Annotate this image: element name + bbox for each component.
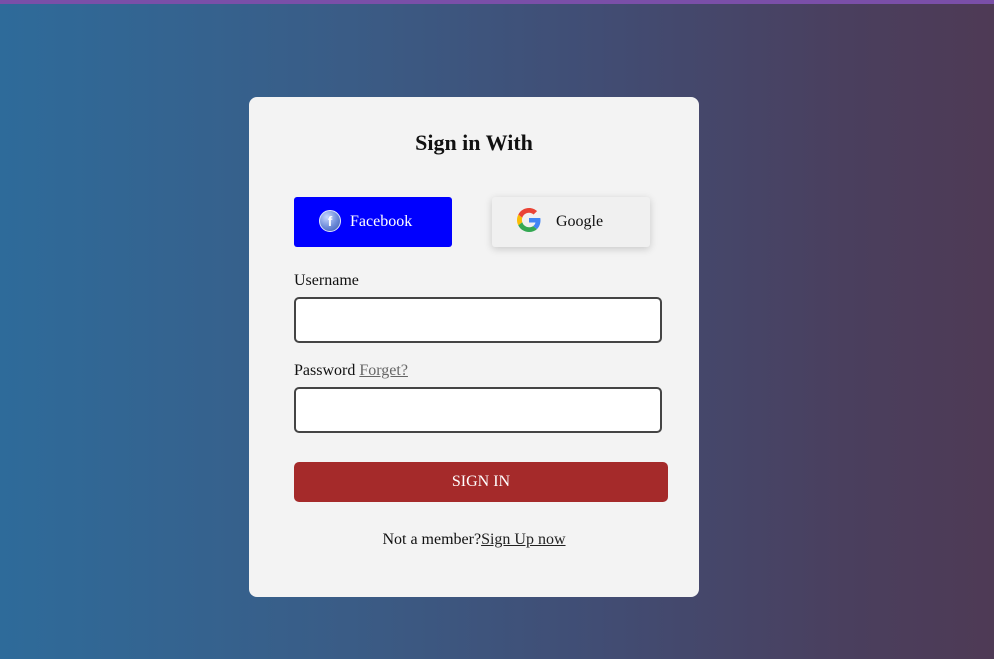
- username-field[interactable]: [294, 297, 662, 343]
- page-title: Sign in With: [415, 130, 533, 155]
- forget-password-link[interactable]: Forget?: [359, 362, 408, 379]
- sign-up-link[interactable]: Sign Up now: [481, 531, 565, 548]
- password-label: Password: [294, 362, 356, 379]
- google-button-label: Google: [556, 213, 604, 230]
- password-field[interactable]: [294, 387, 662, 433]
- password-label-row: Password Forget?: [294, 362, 408, 380]
- facebook-login-button[interactable]: f Facebook: [294, 197, 452, 247]
- facebook-button-label: Facebook: [350, 213, 413, 230]
- sign-in-button[interactable]: SIGN IN: [294, 462, 668, 502]
- signup-prompt-text: Not a member?: [382, 531, 482, 548]
- facebook-icon: f: [319, 210, 341, 232]
- signup-prompt: Not a member?Sign Up now: [249, 531, 699, 549]
- google-icon: [517, 208, 541, 232]
- top-accent-bar: [0, 0, 994, 4]
- google-login-button[interactable]: Google: [492, 197, 650, 247]
- username-label: Username: [294, 272, 359, 289]
- login-card: Sign in With f Facebook Google Username …: [249, 97, 699, 597]
